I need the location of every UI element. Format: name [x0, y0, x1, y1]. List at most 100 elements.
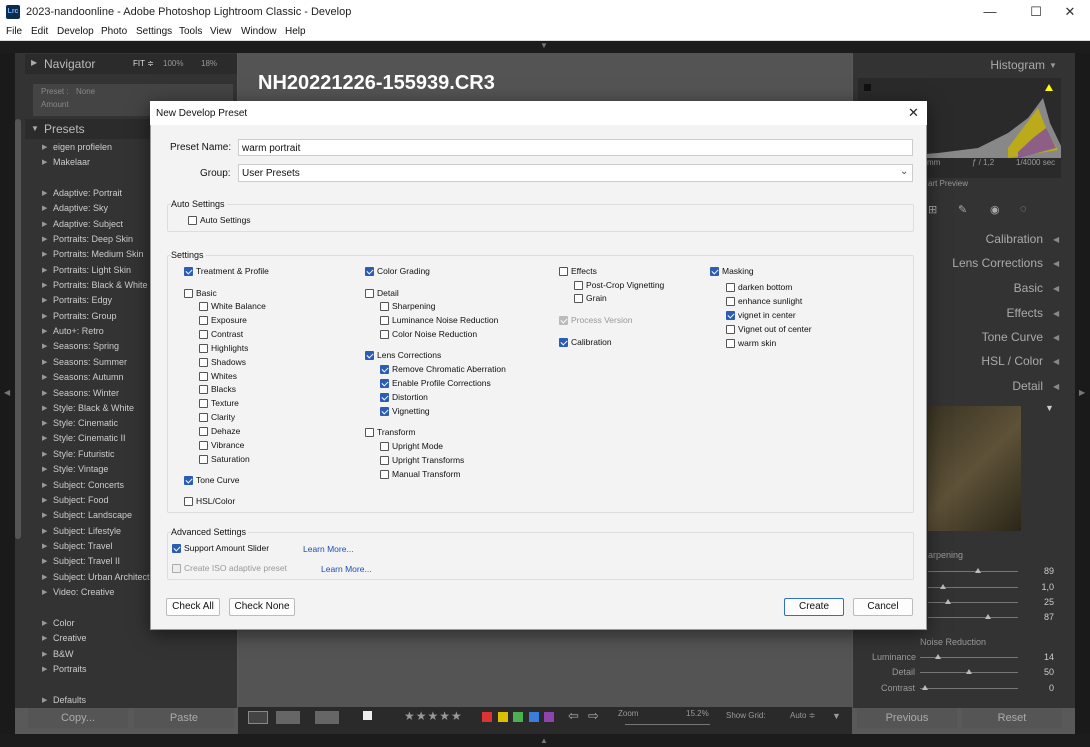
expand-triangle-icon[interactable]: ▶ — [42, 358, 47, 366]
section-header[interactable]: Basic — [930, 281, 1043, 295]
preset-folder-item[interactable]: Adaptive: Sky — [53, 203, 108, 213]
expand-triangle-icon[interactable]: ▶ — [42, 619, 47, 627]
preset-folder-item[interactable]: Portraits: Medium Skin — [53, 249, 144, 259]
show-grid-select[interactable]: Auto ≑ — [790, 711, 815, 720]
preset-folder-item[interactable]: Portraits: Group — [53, 311, 117, 321]
color-label-swatch[interactable] — [544, 712, 554, 722]
color-label-swatch[interactable] — [498, 712, 508, 722]
masking-icon[interactable]: ◌ — [1020, 203, 1027, 215]
expand-triangle-icon[interactable]: ▶ — [42, 496, 47, 504]
preset-folder-item[interactable]: Style: Black & White — [53, 403, 134, 413]
check-all-button[interactable]: Check All — [166, 598, 220, 616]
expand-triangle-icon[interactable]: ▶ — [42, 143, 47, 151]
color-label-swatch[interactable] — [529, 712, 539, 722]
expand-triangle-icon[interactable]: ▶ — [42, 465, 47, 473]
preset-folder-item[interactable]: Subject: Food — [53, 495, 109, 505]
shadow-clipping-icon[interactable] — [864, 84, 871, 91]
menu-view[interactable]: View — [210, 26, 232, 37]
expand-triangle-icon[interactable]: ▶ — [42, 450, 47, 458]
lens-sub-checkbox[interactable]: Enable Profile Corrections — [380, 378, 491, 388]
expand-triangle-icon[interactable]: ▶ — [42, 373, 47, 381]
collapse-left-icon[interactable]: ◀ — [4, 388, 10, 397]
highlight-clipping-icon[interactable] — [1045, 84, 1053, 91]
section-collapse-icon[interactable]: ◀ — [1053, 357, 1059, 366]
section-header[interactable]: Effects — [930, 306, 1043, 320]
effects-sub-checkbox[interactable]: Grain — [574, 293, 607, 303]
expand-triangle-icon[interactable]: ▶ — [42, 312, 47, 320]
expand-triangle-icon[interactable]: ▶ — [42, 696, 47, 704]
transform-sub-checkbox[interactable]: Manual Transform — [380, 469, 461, 479]
color-label-swatch[interactable] — [482, 712, 492, 722]
slider-track[interactable] — [920, 688, 1018, 689]
expand-triangle-icon[interactable]: ▶ — [42, 158, 47, 166]
basic-sub-checkbox[interactable]: Clarity — [199, 412, 235, 422]
collapse-right-icon[interactable]: ▶ — [1079, 388, 1085, 397]
basic-sub-checkbox[interactable]: Blacks — [199, 384, 236, 394]
learn-more-link-1[interactable]: Learn More... — [303, 544, 354, 554]
navigator-header[interactable]: ▶ Navigator FIT ≑ 100% 18% — [25, 54, 237, 74]
lens-sub-checkbox[interactable]: Vignetting — [380, 406, 430, 416]
left-scrollbar[interactable] — [15, 119, 21, 539]
healing-icon[interactable]: ✎ — [958, 203, 967, 216]
histogram-collapse-icon[interactable]: ▼ — [1049, 61, 1057, 70]
section-header[interactable]: HSL / Color — [930, 354, 1043, 368]
lens-corrections-checkbox[interactable]: Lens Corrections — [365, 350, 441, 360]
lens-sub-checkbox[interactable]: Distortion — [380, 392, 428, 402]
detail-sub-checkbox[interactable]: Color Noise Reduction — [380, 329, 477, 339]
slider-track[interactable] — [928, 602, 1018, 603]
toolbar-menu-icon[interactable]: ▼ — [832, 711, 841, 721]
zoom-slider[interactable] — [625, 724, 710, 725]
expand-triangle-icon[interactable]: ▶ — [42, 327, 47, 335]
preset-folder-item[interactable]: Style: Vintage — [53, 464, 108, 474]
detail-sub-checkbox[interactable]: Luminance Noise Reduction — [380, 315, 498, 325]
menu-tools[interactable]: Tools — [179, 26, 202, 37]
learn-more-link-2[interactable]: Learn More... — [321, 564, 372, 574]
next-arrow-icon[interactable]: ⇨ — [588, 708, 599, 724]
preset-folder-item[interactable]: Seasons: Summer — [53, 357, 127, 367]
expand-triangle-icon[interactable]: ▶ — [42, 204, 47, 212]
preset-folder-item[interactable]: Adaptive: Portrait — [53, 188, 122, 198]
section-header[interactable]: Detail — [930, 379, 1043, 393]
preset-folder-item[interactable]: Adaptive: Subject — [53, 219, 123, 229]
loupe-view-icon[interactable] — [248, 711, 268, 724]
red-eye-icon[interactable]: ◉ — [990, 203, 1000, 216]
expand-triangle-icon[interactable]: ▶ — [42, 650, 47, 658]
reset-button[interactable]: Reset — [962, 708, 1062, 728]
transform-sub-checkbox[interactable]: Upright Mode — [380, 441, 443, 451]
before-after-icon[interactable] — [276, 711, 300, 724]
preset-folder-item[interactable]: Seasons: Spring — [53, 341, 119, 351]
masking-sub-checkbox[interactable]: warm skin — [726, 338, 776, 348]
basic-sub-checkbox[interactable]: Vibrance — [199, 440, 244, 450]
calibration-checkbox[interactable]: Calibration — [559, 337, 612, 347]
zoom-18[interactable]: 18% — [201, 59, 217, 68]
slider-knob[interactable] — [975, 568, 981, 573]
zoom-100[interactable]: 100% — [163, 59, 183, 68]
detail-target-icon[interactable]: ▼ — [1045, 403, 1054, 413]
basic-sub-checkbox[interactable]: Shadows — [199, 357, 246, 367]
preset-folder-item[interactable]: Portraits: Black & White — [53, 280, 148, 290]
transform-checkbox[interactable]: Transform — [365, 427, 415, 437]
zoom-fit[interactable]: FIT ≑ — [133, 59, 154, 68]
section-collapse-icon[interactable]: ◀ — [1053, 333, 1059, 342]
preset-folder-item[interactable]: Auto+: Retro — [53, 326, 104, 336]
slider-knob[interactable] — [922, 685, 928, 690]
paste-button[interactable]: Paste — [134, 708, 234, 728]
basic-sub-checkbox[interactable]: Exposure — [199, 315, 247, 325]
section-collapse-icon[interactable]: ◀ — [1053, 309, 1059, 318]
expand-triangle-icon[interactable]: ▶ — [42, 189, 47, 197]
previous-button[interactable]: Previous — [857, 708, 957, 728]
dialog-close-button[interactable]: ✕ — [908, 105, 919, 121]
preset-folder-item[interactable]: Portraits — [53, 664, 87, 674]
create-button[interactable]: Create — [784, 598, 844, 616]
preset-folder-item[interactable]: Subject: Lifestyle — [53, 526, 121, 536]
slider-knob[interactable] — [985, 614, 991, 619]
expand-triangle-icon[interactable]: ▶ — [42, 296, 47, 304]
preset-folder-item[interactable]: Portraits: Light Skin — [53, 265, 131, 275]
effects-sub-checkbox[interactable]: Post-Crop Vignetting — [574, 280, 664, 290]
preset-folder-item[interactable]: Portraits: Edgy — [53, 295, 112, 305]
slider-knob[interactable] — [935, 654, 941, 659]
expand-triangle-icon[interactable]: ▶ — [42, 511, 47, 519]
support-amount-checkbox[interactable]: Support Amount Slider — [172, 543, 269, 553]
preset-folder-item[interactable]: B&W — [53, 649, 74, 659]
preset-folder-item[interactable]: Creative — [53, 633, 87, 643]
